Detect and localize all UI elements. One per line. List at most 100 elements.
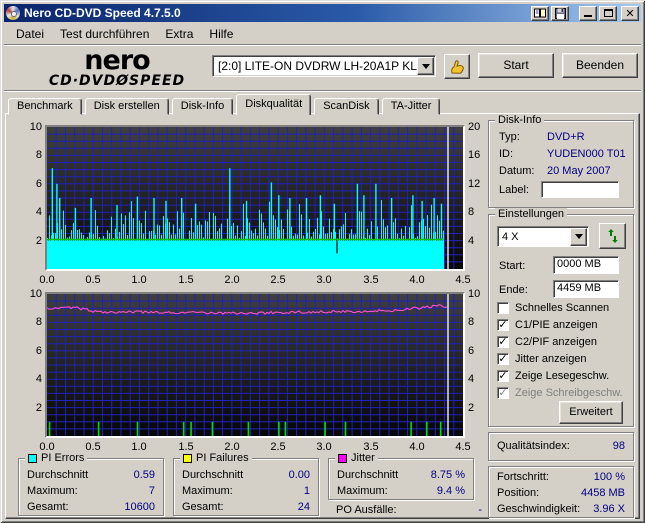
cddvdspeed-logo-text: CD·DVDØSPEED — [48, 73, 186, 89]
maximize-button[interactable] — [599, 5, 617, 21]
refresh-button[interactable] — [599, 223, 626, 249]
pie-total-label: Gesamt: — [27, 501, 69, 513]
drive-selector[interactable]: [2:0] LITE-ON DVDRW LH-20A1P KL0M — [212, 55, 436, 77]
drive-selector-value: [2:0] LITE-ON DVDRW LH-20A1P KL0M — [218, 59, 417, 73]
checkbox-show-read-speed[interactable]: ✓ Zeige Lesegeschw. — [497, 369, 609, 383]
checkbox-icon[interactable] — [497, 302, 509, 314]
speed-value: 3.96 X — [593, 503, 625, 515]
quality-index-row: Qualitätsindex: 98 — [497, 440, 625, 454]
checkbox-fast-scan[interactable]: Schnelles Scannen — [497, 301, 609, 315]
chevron-down-icon — [421, 63, 430, 69]
stat-row: Gesamt: 10600 — [27, 501, 155, 515]
pif-total-value: 24 — [297, 501, 310, 513]
advanced-button[interactable]: Erweitert — [559, 401, 623, 424]
tab-disk-info[interactable]: Disk-Info — [171, 98, 234, 115]
speed-row: Geschwindigkeit: 3.96 X — [497, 503, 625, 517]
menu-datei[interactable]: Datei — [8, 25, 52, 43]
y-tick-label: 6 — [35, 345, 42, 357]
jitter-plot — [45, 292, 465, 438]
floppy-icon — [554, 7, 566, 19]
nero-logo: nero CD·DVDØSPEED — [32, 45, 202, 89]
pi-failures-title: PI Failures — [196, 452, 249, 464]
pif-total-label: Gesamt: — [182, 501, 224, 513]
checkbox-label: Jitter anzeigen — [515, 353, 587, 365]
y-tick-label: 8 — [35, 316, 42, 328]
quality-index-label: Qualitätsindex: — [497, 440, 570, 452]
stat-row: Maximum: 1 — [182, 485, 310, 499]
speed-selector-arrow[interactable] — [570, 227, 587, 246]
disk-type-row: Typ: DVD+R — [499, 131, 625, 145]
y-tick-label: 2 — [35, 235, 42, 247]
speed-label: Geschwindigkeit: — [497, 503, 581, 515]
nero-logo-text: nero — [84, 45, 150, 76]
checkbox-c1-pie[interactable]: ✓ C1/PIE anzeigen — [497, 318, 598, 332]
header: nero CD·DVDØSPEED [2:0] LITE-ON DVDRW LH… — [4, 46, 641, 89]
menu-test-durchfuehren[interactable]: Test durchführen — [52, 25, 157, 43]
position-value: 4458 MB — [580, 487, 625, 499]
help-book-button[interactable] — [531, 5, 549, 21]
window-title: Nero CD-DVD Speed 4.7.5.0 — [24, 6, 181, 20]
quality-index-value: 98 — [612, 440, 625, 452]
stats-row: PI Errors Durchschnitt 0.59 Maximum: 7 G… — [18, 452, 488, 518]
checkbox-icon[interactable]: ✓ — [497, 353, 509, 365]
scan-end-input[interactable]: 4459 MB — [553, 280, 619, 298]
quality-index-panel: Qualitätsindex: 98 — [488, 432, 634, 461]
tab-disk-erstellen[interactable]: Disk erstellen — [84, 98, 169, 115]
checkbox-jitter[interactable]: ✓ Jitter anzeigen — [497, 352, 587, 366]
pie-avg-label: Durchschnitt — [27, 469, 89, 481]
pie-color-swatch-icon — [28, 453, 37, 463]
minimize-button[interactable] — [579, 5, 597, 21]
tab-diskqualitaet[interactable]: Diskqualität — [236, 94, 312, 115]
settings-group: Einstellungen 4 X Start: 0000 MB Ende: 4… — [488, 208, 634, 427]
pi-errors-group: PI Errors Durchschnitt 0.59 Maximum: 7 G… — [18, 452, 164, 516]
scan-start-label: Start: — [499, 260, 526, 272]
checkbox-icon: ✓ — [497, 387, 509, 399]
pif-avg-label: Durchschnitt — [182, 469, 244, 481]
pif-max-label: Maximum: — [182, 485, 233, 497]
progress-value: 100 % — [593, 471, 625, 483]
close-button[interactable]: ✕ — [621, 5, 639, 21]
x-tick-label: 0.0 — [39, 274, 55, 286]
jitter-title: Jitter — [351, 452, 375, 464]
pie-total-value: 10600 — [124, 501, 155, 513]
menu-hilfe[interactable]: Hilfe — [201, 25, 241, 43]
pie-avg-value: 0.59 — [133, 469, 155, 481]
titlebar[interactable]: Nero CD-DVD Speed 4.7.5.0 ✕ — [4, 4, 641, 22]
disk-id-label: ID: — [499, 148, 514, 160]
tab-scandisk[interactable]: ScanDisk — [314, 98, 379, 115]
stat-row: Durchschnitt 0.00 — [182, 469, 310, 483]
tab-ta-jitter[interactable]: TA-Jitter — [381, 98, 441, 115]
hand-icon — [451, 59, 464, 74]
start-button[interactable]: Start — [478, 53, 554, 78]
refresh-icon — [607, 229, 618, 243]
tab-benchmark[interactable]: Benchmark — [8, 98, 82, 115]
jitter-pif-chart: 10 8 6 4 2 10 8 6 4 2 0.0 0.5 1.0 1.5 2.0 2.5 3.0 3.5 4.… — [18, 286, 488, 454]
jitter-group: Jitter Durchschnitt 8.75 % Maximum: 9.4 … — [328, 452, 474, 500]
app-window: Nero CD-DVD Speed 4.7.5.0 ✕ Datei Test d… — [0, 0, 645, 523]
book-icon — [534, 8, 546, 18]
scan-end-label: Ende: — [499, 284, 528, 296]
position-label: Position: — [497, 487, 540, 499]
tabstrip: Benchmark Disk erstellen Disk-Info Diskq… — [5, 94, 640, 115]
speed-selector[interactable]: 4 X — [497, 226, 589, 247]
y-tick-label: 2 — [35, 402, 42, 414]
save-button[interactable] — [551, 5, 569, 21]
disk-label-input[interactable] — [541, 181, 619, 198]
y-tick-label: 4 — [35, 373, 42, 385]
checkbox-c2-pif[interactable]: ✓ C2/PIF anzeigen — [497, 335, 597, 349]
menu-extra[interactable]: Extra — [157, 25, 201, 43]
separator — [4, 90, 641, 92]
checkbox-label: C2/PIF anzeigen — [515, 336, 597, 348]
drive-selector-arrow[interactable] — [417, 57, 434, 75]
checkbox-label: Zeige Lesegeschw. — [515, 370, 610, 382]
scan-start-input[interactable]: 0000 MB — [553, 256, 619, 274]
jitter-avg-label: Durchschnitt — [337, 469, 399, 481]
pif-max-value: 1 — [303, 485, 310, 497]
eject-hand-button[interactable] — [444, 54, 470, 79]
quit-button[interactable]: Beenden — [562, 53, 638, 78]
pie-errors-plot-svg — [47, 127, 463, 269]
checkbox-icon[interactable]: ✓ — [497, 370, 509, 382]
x-tick-label: 3.0 — [316, 441, 332, 453]
checkbox-icon[interactable]: ✓ — [497, 319, 509, 331]
checkbox-icon[interactable]: ✓ — [497, 336, 509, 348]
